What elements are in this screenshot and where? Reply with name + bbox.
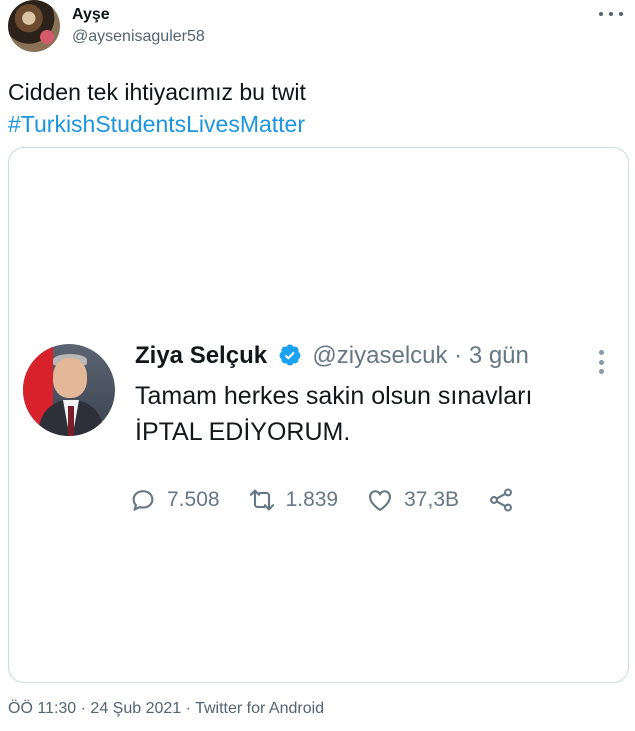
like-action: 37,3B xyxy=(366,486,459,514)
embedded-avatar xyxy=(23,344,115,436)
author-name[interactable]: Ayşe xyxy=(72,6,110,24)
reply-action: 7.508 xyxy=(129,486,220,514)
tweet-source[interactable]: Twitter for Android xyxy=(195,700,324,717)
embedded-header: Ziya Selçuk @ziyaselcuk · 3 gün xyxy=(135,340,529,372)
tweet-meta: ÖÖ 11:30 · 24 Şub 2021 · Twitter for And… xyxy=(8,700,324,718)
embedded-actions: 7.508 1.839 37,3B xyxy=(129,484,543,516)
tweet-image[interactable]: Ziya Selçuk @ziyaselcuk · 3 gün Tamam he… xyxy=(8,147,629,683)
tweet-date[interactable]: 24 Şub 2021 xyxy=(90,700,181,717)
reply-icon xyxy=(132,490,154,512)
tweet-time[interactable]: ÖÖ 11:30 xyxy=(8,700,76,717)
author-avatar[interactable] xyxy=(8,0,60,52)
tweet-header: Ayşe @aysenisaguler58 xyxy=(8,0,627,56)
embedded-text-line: Tamam herkes sakin olsun sınavları xyxy=(135,382,533,410)
share-action xyxy=(487,486,515,514)
separator: · xyxy=(80,700,91,717)
tweet-text: Cidden tek ihtiyacımız bu twit #TurkishS… xyxy=(8,76,627,140)
separator: · xyxy=(185,700,196,717)
like-icon xyxy=(369,490,392,512)
embedded-more-icon xyxy=(599,350,605,374)
retweet-icon xyxy=(249,489,274,511)
embedded-handle-time: @ziyaselcuk · 3 gün xyxy=(312,342,529,369)
author-handle[interactable]: @aysenisaguler58 xyxy=(72,28,205,46)
tweet-body: Cidden tek ihtiyacımız bu twit xyxy=(8,79,306,105)
like-count: 37,3B xyxy=(404,488,460,511)
reply-count: 7.508 xyxy=(167,488,220,511)
hashtag-link[interactable]: #TurkishStudentsLivesMatter xyxy=(8,108,627,140)
retweet-count: 1.839 xyxy=(285,488,339,511)
more-icon[interactable] xyxy=(599,4,623,24)
retweet-action: 1.839 xyxy=(248,486,339,514)
embedded-text: Tamam herkes sakin olsun sınavları İPTAL… xyxy=(135,378,605,450)
embedded-name: Ziya Selçuk xyxy=(135,342,268,369)
share-icon xyxy=(490,488,512,512)
embedded-text-line: İPTAL EDİYORUM. xyxy=(135,418,351,446)
verified-icon xyxy=(279,344,301,366)
